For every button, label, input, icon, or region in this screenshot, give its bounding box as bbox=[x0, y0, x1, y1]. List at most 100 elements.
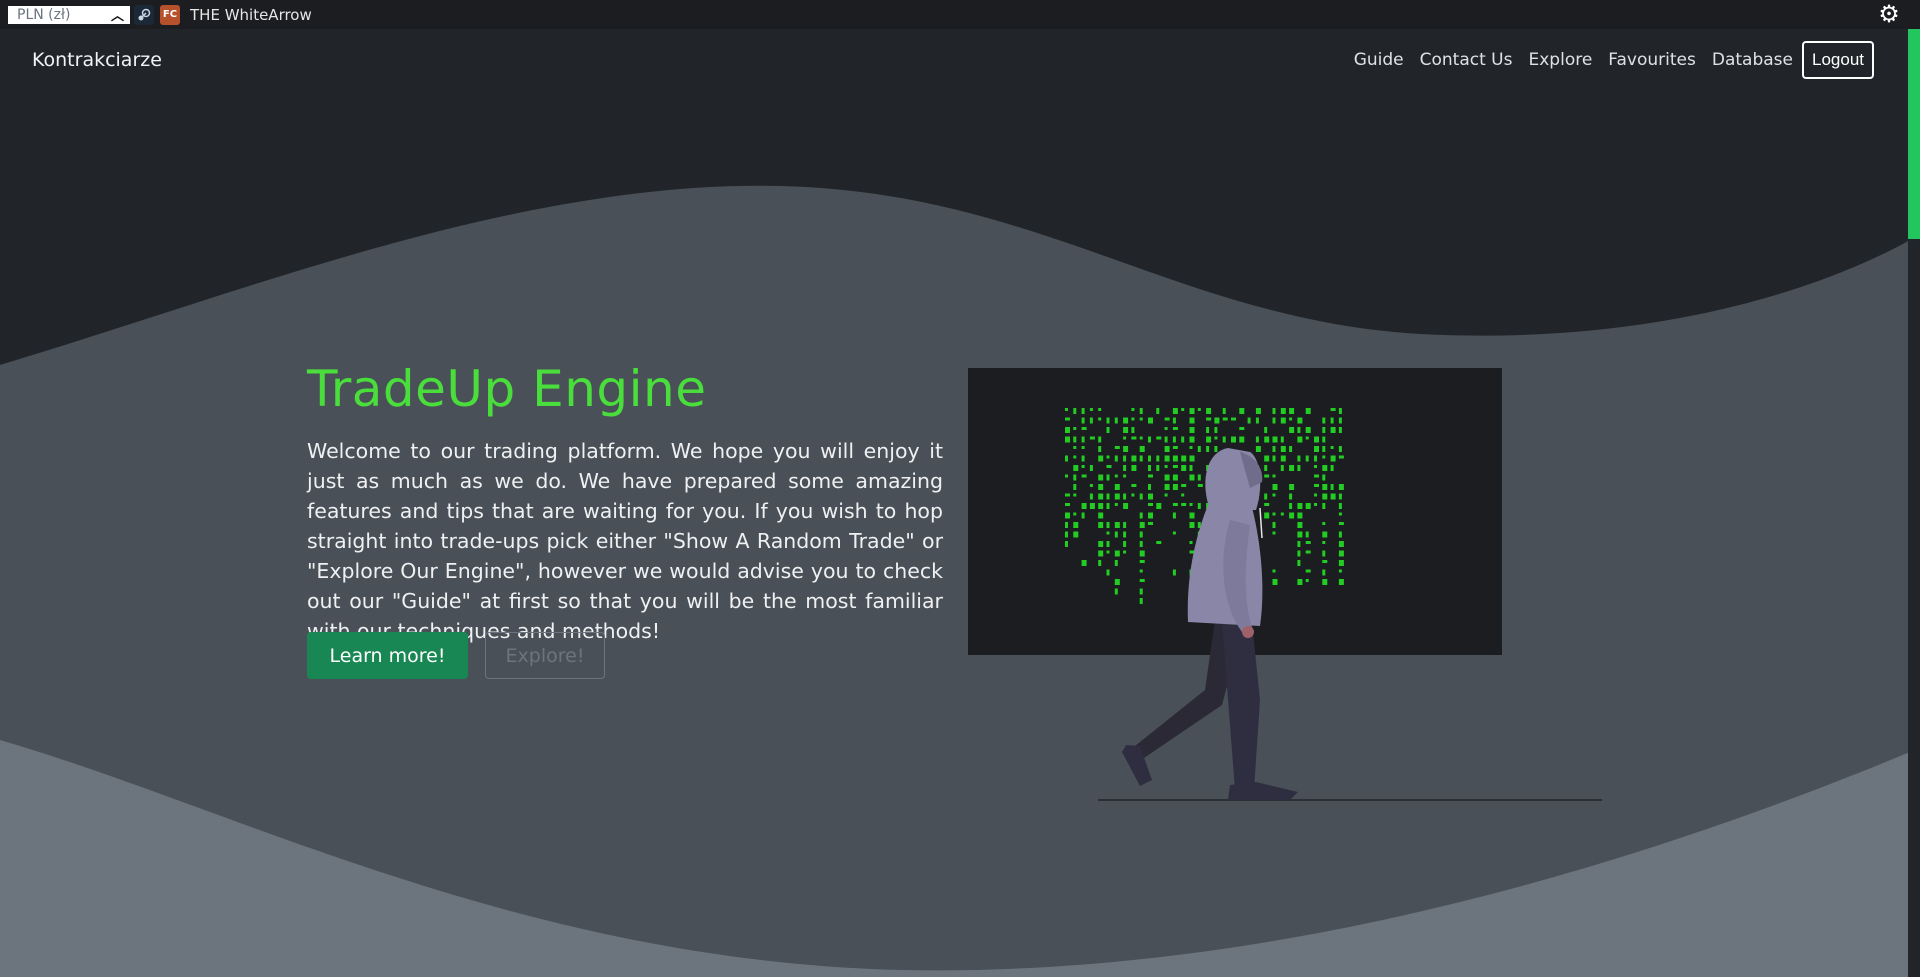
matrix-glyph bbox=[1206, 408, 1212, 414]
matrix-glyph bbox=[1322, 446, 1326, 452]
matrix-glyph bbox=[1181, 503, 1187, 506]
scrollbar-thumb[interactable] bbox=[1908, 29, 1920, 239]
matrix-glyph bbox=[1123, 465, 1127, 471]
explore-button[interactable]: Explore! bbox=[485, 632, 605, 679]
matrix-glyph bbox=[1148, 465, 1151, 471]
matrix-glyph bbox=[1164, 446, 1170, 452]
matrix-glyph bbox=[1322, 465, 1328, 471]
matrix-glyph bbox=[1305, 579, 1309, 582]
matrix-glyph bbox=[1338, 569, 1342, 573]
nav-link-database[interactable]: Database bbox=[1712, 50, 1793, 70]
matrix-glyph bbox=[1181, 455, 1187, 462]
matrix-glyph bbox=[1314, 455, 1317, 462]
matrix-glyph bbox=[1172, 465, 1178, 468]
matrix-glyph bbox=[1314, 503, 1317, 506]
currency-select[interactable]: PLN (zł) ︿ bbox=[8, 5, 130, 24]
matrix-glyph bbox=[1156, 455, 1160, 462]
fc-extension-icon[interactable]: FC bbox=[160, 4, 180, 25]
matrix-glyph bbox=[1305, 436, 1309, 440]
matrix-glyph bbox=[1222, 408, 1226, 414]
matrix-glyph bbox=[1189, 408, 1195, 414]
matrix-glyph bbox=[1322, 522, 1326, 525]
matrix-glyph bbox=[1172, 569, 1176, 576]
matrix-glyph bbox=[1172, 427, 1178, 430]
matrix-glyph bbox=[1123, 455, 1127, 462]
matrix-glyph bbox=[1139, 541, 1143, 547]
matrix-glyph bbox=[1098, 493, 1104, 500]
matrix-glyph bbox=[1065, 427, 1070, 433]
matrix-glyph bbox=[1289, 465, 1295, 471]
matrix-glyph bbox=[1330, 465, 1334, 471]
matrix-glyph bbox=[1305, 427, 1311, 433]
matrix-glyph bbox=[1206, 436, 1212, 443]
matrix-glyph bbox=[1089, 436, 1095, 440]
matrix-glyph bbox=[1073, 484, 1077, 490]
matrix-glyph bbox=[1305, 541, 1311, 544]
matrix-glyph bbox=[1280, 512, 1284, 516]
matrix-glyph bbox=[1106, 474, 1110, 481]
nav-link-favourites[interactable]: Favourites bbox=[1608, 50, 1696, 70]
matrix-glyph bbox=[1280, 446, 1286, 452]
matrix-glyph bbox=[1123, 522, 1127, 528]
matrix-glyph bbox=[1255, 436, 1259, 443]
matrix-glyph bbox=[1197, 474, 1201, 481]
matrix-glyph bbox=[1338, 493, 1342, 500]
matrix-glyph bbox=[1338, 531, 1342, 538]
matrix-glyph bbox=[1214, 436, 1218, 440]
matrix-glyph bbox=[1289, 408, 1295, 414]
matrix-glyph bbox=[1114, 455, 1118, 462]
matrix-glyph bbox=[1255, 417, 1259, 424]
matrix-glyph bbox=[1139, 522, 1145, 528]
matrix-glyph bbox=[1139, 417, 1143, 421]
gear-icon[interactable]: ⚙ bbox=[1876, 1, 1902, 27]
matrix-glyph bbox=[1181, 493, 1185, 497]
matrix-glyph bbox=[1139, 408, 1143, 414]
learn-more-button[interactable]: Learn more! bbox=[307, 632, 468, 679]
matrix-glyph bbox=[1089, 484, 1093, 487]
matrix-glyph bbox=[1139, 569, 1143, 573]
matrix-glyph bbox=[1073, 408, 1077, 414]
matrix-glyph bbox=[1065, 522, 1068, 528]
matrix-glyph bbox=[1098, 417, 1102, 421]
nav-link-contact-us[interactable]: Contact Us bbox=[1420, 50, 1513, 70]
matrix-glyph bbox=[1139, 493, 1143, 500]
matrix-glyph bbox=[1322, 427, 1326, 433]
steam-username[interactable]: THE WhiteArrow bbox=[190, 6, 312, 24]
matrix-glyph bbox=[1114, 493, 1120, 500]
nav-link-guide[interactable]: Guide bbox=[1354, 50, 1404, 70]
matrix-glyph bbox=[1164, 455, 1170, 462]
matrix-glyph bbox=[1289, 493, 1293, 500]
matrix-glyph bbox=[1098, 541, 1104, 547]
matrix-glyph bbox=[1330, 446, 1334, 449]
matrix-glyph bbox=[1114, 588, 1118, 595]
matrix-glyph bbox=[1139, 560, 1145, 563]
matrix-glyph bbox=[1073, 455, 1077, 459]
steam-icon[interactable] bbox=[134, 4, 154, 25]
logout-button[interactable]: Logout bbox=[1802, 41, 1874, 79]
matrix-glyph bbox=[1197, 408, 1201, 411]
matrix-glyph bbox=[1272, 474, 1276, 478]
matrix-glyph bbox=[1280, 455, 1286, 462]
matrix-glyph bbox=[1098, 503, 1104, 509]
matrix-glyph bbox=[1148, 474, 1153, 478]
matrix-glyph bbox=[1272, 408, 1276, 414]
matrix-glyph bbox=[1114, 417, 1118, 424]
matrix-glyph bbox=[1297, 417, 1303, 424]
matrix-glyph bbox=[1214, 446, 1218, 452]
matrix-glyph bbox=[1305, 550, 1311, 554]
matrix-glyph bbox=[1297, 512, 1303, 519]
matrix-glyph bbox=[1189, 436, 1195, 443]
nav-link-explore[interactable]: Explore bbox=[1529, 50, 1593, 70]
matrix-glyph bbox=[1106, 465, 1112, 468]
matrix-glyph bbox=[1189, 455, 1195, 462]
matrix-glyph bbox=[1164, 493, 1168, 497]
matrix-glyph bbox=[1338, 455, 1344, 459]
matrix-glyph bbox=[1255, 408, 1261, 414]
matrix-glyph bbox=[1206, 427, 1210, 433]
matrix-glyph bbox=[1272, 522, 1276, 528]
matrix-glyph bbox=[1297, 560, 1301, 566]
matrix-glyph bbox=[1189, 465, 1193, 471]
brand-link[interactable]: Kontrakciarze bbox=[32, 49, 162, 71]
matrix-glyph bbox=[1148, 503, 1153, 506]
matrix-glyph bbox=[1065, 512, 1070, 519]
